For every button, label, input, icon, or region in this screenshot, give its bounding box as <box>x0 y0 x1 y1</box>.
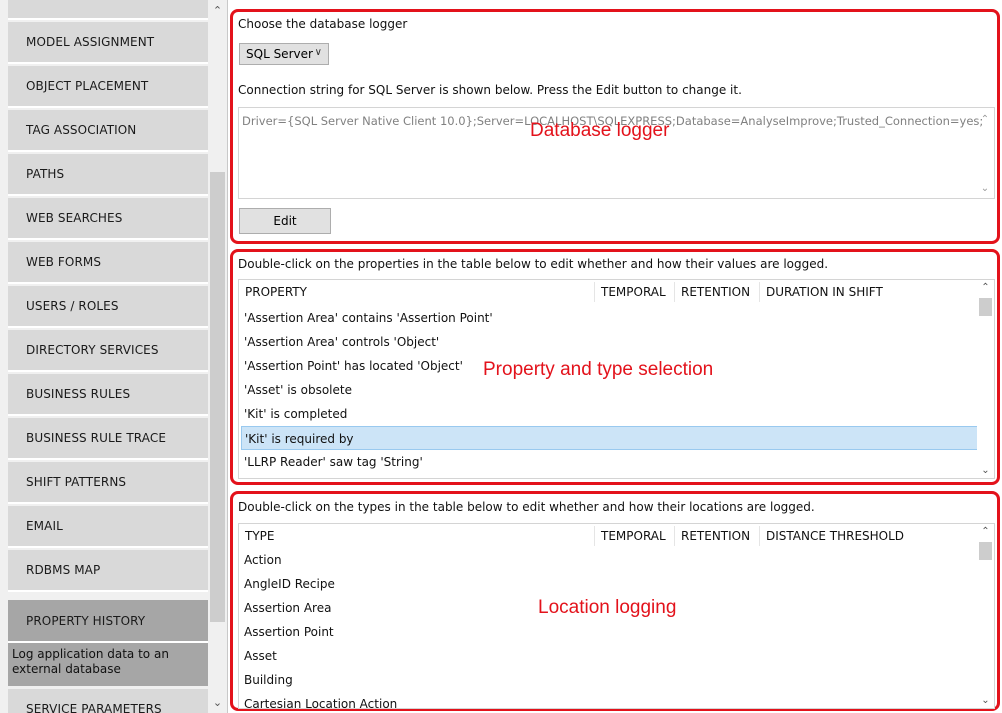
column-header-temporal[interactable]: TEMPORAL <box>601 529 666 543</box>
table-row[interactable]: Action <box>241 548 986 572</box>
nav-item-tag-association[interactable]: TAG ASSOCIATION <box>8 110 208 152</box>
types-heading: Double-click on the types in the table b… <box>238 500 815 514</box>
scroll-down-icon[interactable]: ⌄ <box>208 694 227 712</box>
annotation-database-logger: Database logger <box>530 120 670 141</box>
column-header-retention[interactable]: RETENTION <box>681 285 750 299</box>
column-divider[interactable] <box>674 526 675 546</box>
scroll-up-icon[interactable]: ⌃ <box>977 282 994 293</box>
scroll-up-icon[interactable]: ⌃ <box>978 114 992 125</box>
table-row[interactable]: 'LLRP Reader' saw tag 'String' <box>241 450 986 474</box>
nav-item-label: OBJECT PLACEMENT <box>26 79 149 93</box>
table-row[interactable]: Asset <box>241 644 986 668</box>
nav-item-users-roles[interactable]: USERS / ROLES <box>8 286 208 328</box>
nav-item-business-rules[interactable]: BUSINESS RULES <box>8 374 208 416</box>
logger-select-value: SQL Server <box>246 47 313 61</box>
nav-item-partial[interactable] <box>8 0 208 20</box>
table-row[interactable]: Cartesian Location Action <box>241 692 986 708</box>
scroll-down-icon[interactable]: ⌄ <box>978 183 992 194</box>
nav-scrollbar[interactable]: ⌃ ⌄ <box>208 0 227 713</box>
table-row[interactable]: AngleID Recipe <box>241 572 986 596</box>
nav-item-paths[interactable]: PATHS <box>8 154 208 196</box>
nav-item-label: PROPERTY HISTORY <box>26 613 146 628</box>
nav-item-property-history[interactable]: PROPERTY HISTORY <box>8 600 208 643</box>
nav-item-label: WEB FORMS <box>26 255 102 269</box>
nav-item-label: MODEL ASSIGNMENT <box>26 35 155 49</box>
column-divider[interactable] <box>594 526 595 546</box>
scrollbar-thumb[interactable] <box>979 542 992 560</box>
nav-item-label: BUSINESS RULE TRACE <box>26 431 167 445</box>
properties-heading: Double-click on the properties in the ta… <box>238 257 829 271</box>
column-header-temporal[interactable]: TEMPORAL <box>601 285 666 299</box>
nav-item-label: USERS / ROLES <box>26 299 119 313</box>
nav-item-label: DIRECTORY SERVICES <box>26 343 159 357</box>
table-row[interactable]: Assertion Point <box>241 620 986 644</box>
column-divider[interactable] <box>594 282 595 302</box>
property-selection-panel: Double-click on the properties in the ta… <box>230 249 1000 485</box>
table-row[interactable]: 'Asset' is obsolete <box>241 378 986 402</box>
column-header-retention[interactable]: RETENTION <box>681 529 750 543</box>
table-row[interactable]: 'Kit' is completed <box>241 402 986 426</box>
nav-item-business-rule-trace[interactable]: BUSINESS RULE TRACE <box>8 418 208 460</box>
nav-item-label: WEB SEARCHES <box>26 211 123 225</box>
scroll-down-icon[interactable]: ⌄ <box>977 465 994 476</box>
nav-item-directory-services[interactable]: DIRECTORY SERVICES <box>8 330 208 372</box>
column-divider[interactable] <box>759 282 760 302</box>
table-row[interactable]: 'Assertion Area' contains 'Assertion Poi… <box>241 306 986 330</box>
scroll-down-icon[interactable]: ⌄ <box>977 695 994 706</box>
nav-item-web-forms[interactable]: WEB FORMS <box>8 242 208 284</box>
nav-item-label: SHIFT PATTERNS <box>26 475 127 489</box>
table-row[interactable]: 'Assertion Area' controls 'Object' <box>241 330 986 354</box>
types-scrollbar[interactable]: ⌃ ⌄ <box>977 524 994 708</box>
scrollbar-thumb[interactable] <box>979 298 992 316</box>
nav-item-rdbms-map[interactable]: RDBMS MAP <box>8 550 208 592</box>
column-header-distance[interactable]: DISTANCE THRESHOLD <box>766 529 904 543</box>
nav-item-label: PATHS <box>26 167 65 181</box>
nav-item-web-searches[interactable]: WEB SEARCHES <box>8 198 208 240</box>
chevron-down-icon: ∨ <box>314 47 322 58</box>
column-divider[interactable] <box>674 282 675 302</box>
scroll-up-icon[interactable]: ⌃ <box>977 526 994 537</box>
table-row-selected[interactable]: 'Kit' is required by <box>241 426 986 450</box>
column-header-property[interactable]: PROPERTY <box>245 285 307 299</box>
nav-item-label: TAG ASSOCIATION <box>26 123 137 137</box>
nav-item-object-placement[interactable]: OBJECT PLACEMENT <box>8 66 208 108</box>
annotation-location-logging: Location logging <box>538 597 677 618</box>
nav-item-label: EMAIL <box>26 519 63 533</box>
column-header-duration[interactable]: DURATION IN SHIFT <box>766 285 883 299</box>
scroll-up-icon[interactable]: ⌃ <box>208 2 227 20</box>
properties-scrollbar[interactable]: ⌃ ⌄ <box>977 280 994 478</box>
nav-item-shift-patterns[interactable]: SHIFT PATTERNS <box>8 462 208 504</box>
nav-item-label: RDBMS MAP <box>26 563 101 577</box>
edit-button[interactable]: Edit <box>239 208 331 234</box>
column-divider[interactable] <box>759 526 760 546</box>
nav-item-model-assignment[interactable]: MODEL ASSIGNMENT <box>8 22 208 64</box>
database-logger-panel: Choose the database logger SQL Server ∨ … <box>230 9 1000 244</box>
connection-info: Connection string for SQL Server is show… <box>238 83 742 97</box>
nav-item-label: SERVICE PARAMETERS <box>26 702 162 713</box>
location-logging-panel: Double-click on the types in the table b… <box>230 491 1000 711</box>
side-navigation: MODEL ASSIGNMENT OBJECT PLACEMENT TAG AS… <box>0 0 228 713</box>
annotation-property-selection: Property and type selection <box>483 359 714 380</box>
logger-select[interactable]: SQL Server ∨ <box>239 43 329 65</box>
logger-heading: Choose the database logger <box>238 17 408 31</box>
nav-item-service-parameters[interactable]: SERVICE PARAMETERS <box>8 689 208 713</box>
scrollbar-thumb[interactable] <box>210 172 225 622</box>
nav-item-label: BUSINESS RULES <box>26 387 131 401</box>
nav-item-email[interactable]: EMAIL <box>8 506 208 548</box>
table-row[interactable]: Building <box>241 668 986 692</box>
nav-item-description: Log application data to an external data… <box>8 643 208 686</box>
column-header-type[interactable]: TYPE <box>245 529 274 543</box>
